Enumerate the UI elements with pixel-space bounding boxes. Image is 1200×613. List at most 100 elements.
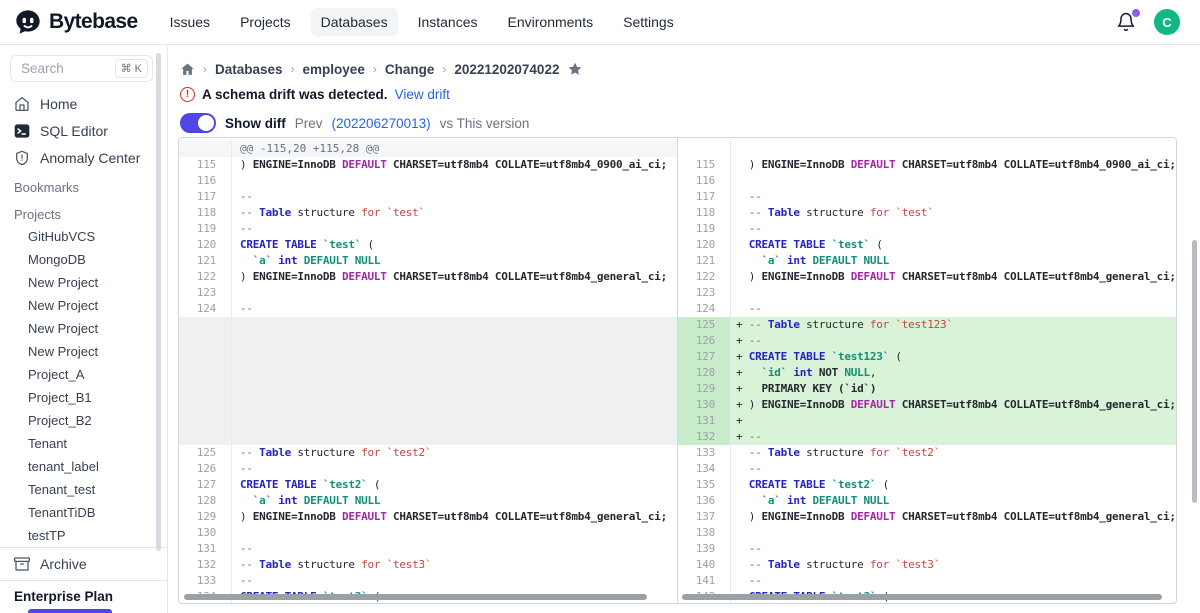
horizontal-scrollbar-right[interactable] [682, 594, 1162, 600]
code-token: ENGINE=InnoDB [253, 158, 336, 171]
nav-item-settings[interactable]: Settings [613, 8, 684, 36]
code-token: int [787, 254, 806, 267]
breadcrumb-item[interactable]: Change [385, 62, 435, 77]
code-token: int [793, 366, 812, 379]
sidebar-item-anomaly-center[interactable]: Anomaly Center [0, 144, 167, 171]
line-number: 119 [678, 221, 731, 237]
sidebar-project-item[interactable]: Project_A [0, 363, 167, 386]
sidebar-project-item[interactable]: testTP [0, 524, 167, 547]
code-token: , [870, 366, 876, 379]
nav-item-databases[interactable]: Databases [311, 8, 398, 36]
sidebar-project-item[interactable]: GitHubVCS [0, 225, 167, 248]
breadcrumb-item[interactable]: Databases [215, 62, 283, 77]
sidebar-project-item[interactable]: New Project [0, 317, 167, 340]
code-token: ) [749, 510, 762, 523]
code-text [731, 141, 1176, 157]
code-text: `a` int DEFAULT NULL [232, 493, 677, 509]
line-number [179, 333, 232, 349]
breadcrumb-item[interactable]: 20221202074022 [454, 62, 559, 77]
prev-version-link[interactable]: (202206270013) [332, 116, 431, 131]
sidebar-project-item[interactable]: New Project [0, 271, 167, 294]
code-token: DEFAULT [851, 398, 896, 411]
code-text: ) ENGINE=InnoDB DEFAULT CHARSET=utf8mb4 … [731, 157, 1176, 173]
line-number: 133 [678, 445, 731, 461]
code-text: ) ENGINE=InnoDB DEFAULT CHARSET=utf8mb4 … [232, 269, 677, 285]
breadcrumb: ›Databases›employee›Change›2022120207402… [180, 61, 1200, 77]
code-token: -- [749, 190, 762, 203]
diff-rows-right: 115 ) ENGINE=InnoDB DEFAULT CHARSET=utf8… [678, 141, 1176, 604]
code-token [736, 574, 749, 587]
sidebar-scrollbar[interactable] [156, 53, 161, 551]
sidebar-project-item[interactable]: tenant_label [0, 455, 167, 478]
line-number: 132 [678, 429, 731, 445]
sidebar-item-sql-editor[interactable]: SQL Editor [0, 117, 167, 144]
code-text: + -- [731, 429, 1176, 445]
sidebar-project-item[interactable]: Project_B1 [0, 386, 167, 409]
bytebase-logo[interactable]: Bytebase [14, 8, 138, 36]
code-token [736, 446, 749, 459]
code-token: DEFAULT NULL [304, 254, 380, 267]
diff-pane-right: 115 ) ENGINE=InnoDB DEFAULT CHARSET=utf8… [678, 138, 1176, 603]
code-text [232, 429, 677, 445]
home-icon [14, 96, 30, 112]
breadcrumb-home-icon[interactable] [180, 62, 195, 77]
code-token: DEFAULT [851, 270, 896, 283]
archive-label: Archive [40, 556, 87, 572]
code-token: COLLATE=utf8mb4_0900_ai_ci; [1004, 158, 1176, 171]
code-token: for [870, 206, 889, 219]
nav-item-issues[interactable]: Issues [160, 8, 220, 36]
code-token [736, 478, 749, 491]
nav-item-instances[interactable]: Instances [408, 8, 488, 36]
nav-item-environments[interactable]: Environments [498, 8, 604, 36]
sidebar-project-item[interactable]: New Project [0, 294, 167, 317]
sidebar-item-archive[interactable]: Archive [0, 547, 167, 580]
line-number: 124 [678, 301, 731, 317]
code-token: Table [259, 206, 291, 219]
nav-item-projects[interactable]: Projects [230, 8, 301, 36]
horizontal-scrollbar-left[interactable] [184, 594, 647, 600]
code-text: + -- [731, 333, 1176, 349]
line-number [179, 317, 232, 333]
line-number: 141 [678, 573, 731, 589]
code-token: ) [749, 270, 762, 283]
code-token: CHARSET=utf8mb4 [902, 510, 998, 523]
code-token: `test2` [380, 446, 431, 459]
show-diff-toggle[interactable] [180, 113, 216, 133]
shield-icon [14, 150, 30, 166]
sidebar-item-home[interactable]: Home [0, 90, 167, 117]
code-text: -- [232, 301, 677, 317]
sidebar-project-item[interactable]: TenantTiDB [0, 501, 167, 524]
code-token: `a` [253, 494, 272, 507]
notifications-button[interactable] [1116, 12, 1136, 32]
sidebar-project-item[interactable]: New Project [0, 340, 167, 363]
line-number: 122 [179, 269, 232, 285]
code-token [736, 494, 749, 507]
breadcrumb-item[interactable]: employee [303, 62, 365, 77]
code-token: COLLATE=utf8mb4_general_ci; [495, 270, 667, 283]
sidebar-project-item[interactable]: Tenant_test [0, 478, 167, 501]
diff-line: 132-- Table structure for `test3` [179, 557, 677, 573]
line-number: 137 [678, 509, 731, 525]
code-token: + [736, 334, 749, 347]
code-token: -- [240, 206, 259, 219]
avatar[interactable]: C [1154, 9, 1180, 35]
archive-icon [14, 556, 30, 572]
code-token: ENGINE=InnoDB [762, 158, 845, 171]
diff-line: 123 [179, 285, 677, 301]
sidebar-project-item[interactable]: Tenant [0, 432, 167, 455]
code-token: ) [240, 510, 253, 523]
sidebar-project-item[interactable]: Project_B2 [0, 409, 167, 432]
page-vertical-scrollbar[interactable] [1192, 240, 1197, 503]
bookmark-star-icon[interactable] [567, 61, 583, 77]
line-number: 130 [179, 525, 232, 541]
trial-button-peek[interactable] [28, 609, 112, 613]
code-token: ENGINE=InnoDB [253, 270, 336, 283]
search-input[interactable] [19, 60, 97, 77]
line-number: 126 [179, 461, 232, 477]
code-text: -- Table structure for `test` [232, 205, 677, 221]
view-drift-link[interactable]: View drift [395, 87, 450, 102]
search-box[interactable]: ⌘ K [10, 55, 153, 82]
diff-line: 127CREATE TABLE `test2` ( [179, 477, 677, 493]
code-token: TABLE [793, 350, 825, 363]
sidebar-project-item[interactable]: MongoDB [0, 248, 167, 271]
